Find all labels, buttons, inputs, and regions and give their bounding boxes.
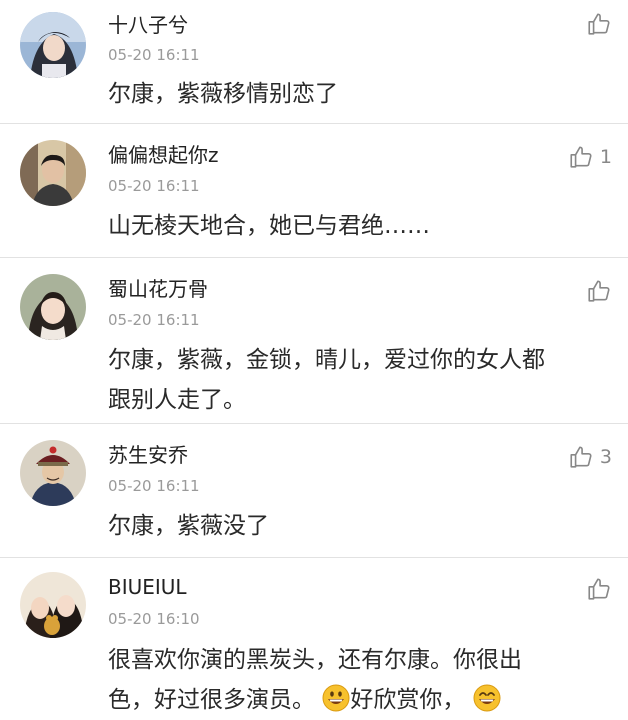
- comment-text-segment: 色，好过很多演员。: [108, 687, 315, 713]
- username[interactable]: 十八子兮: [108, 13, 188, 37]
- timestamp: 05-20 16:11: [108, 477, 200, 495]
- username[interactable]: 偏偏想起你z: [108, 143, 219, 167]
- thumbs-up-icon: [570, 146, 592, 168]
- thumbs-up-icon: [588, 280, 610, 302]
- thumbs-up-icon: [570, 446, 592, 468]
- comment-item: 十八子兮 05-20 16:11 尔康，紫薇移情别恋了: [0, 0, 628, 124]
- like-button[interactable]: 1: [568, 144, 612, 170]
- grinning-face-emoji-icon: [322, 684, 350, 712]
- avatar-official-icon: [20, 440, 86, 506]
- grinning-face-emoji-icon: [473, 684, 501, 712]
- comment-text-line-2: 色，好过很多演员。 好欣赏你，: [108, 680, 608, 720]
- user-avatar[interactable]: [20, 274, 86, 340]
- thumbs-up-icon: [588, 578, 610, 600]
- user-avatar[interactable]: [20, 12, 86, 78]
- comment-item: BIUEIUL 05-20 16:10 很喜欢你演的黑炭头，还有尔康。你很出 色…: [0, 558, 628, 714]
- username[interactable]: 苏生安乔: [108, 443, 188, 467]
- comment-text: 尔康，紫薇，金锁，晴儿，爱过你的女人都 跟别人走了。: [108, 340, 608, 420]
- user-avatar[interactable]: [20, 140, 86, 206]
- comment-item: 蜀山花万骨 05-20 16:11 尔康，紫薇，金锁，晴儿，爱过你的女人都 跟别…: [0, 258, 628, 424]
- comment-item: 偏偏想起你z 05-20 16:11 山无棱天地合，她已与君绝…… 1: [0, 124, 628, 258]
- timestamp: 05-20 16:11: [108, 311, 200, 329]
- user-avatar[interactable]: [20, 440, 86, 506]
- comment-text-line: 尔康，紫薇移情别恋了: [108, 81, 338, 107]
- comment-text: 山无棱天地合，她已与君绝……: [108, 206, 608, 246]
- avatar-two-girls-icon: [20, 572, 86, 638]
- avatar-actress-icon: [20, 274, 86, 340]
- like-count: 1: [599, 146, 612, 168]
- like-button[interactable]: 3: [568, 444, 612, 470]
- like-button[interactable]: [586, 11, 612, 37]
- timestamp: 05-20 16:10: [108, 610, 200, 628]
- comment-text: 很喜欢你演的黑炭头，还有尔康。你很出 色，好过很多演员。 好欣赏你，: [108, 640, 608, 720]
- timestamp: 05-20 16:11: [108, 46, 200, 64]
- comment-text-line: 很喜欢你演的黑炭头，还有尔康。你很出: [108, 647, 522, 673]
- username[interactable]: 蜀山花万骨: [108, 277, 208, 301]
- comment-text-line: 跟别人走了。: [108, 387, 246, 413]
- like-button[interactable]: [586, 278, 612, 304]
- comment-text-line: 山无棱天地合，她已与君绝……: [108, 213, 430, 239]
- avatar-woman-icon: [20, 12, 86, 78]
- comment-text-line: 尔康，紫薇没了: [108, 513, 269, 539]
- timestamp: 05-20 16:11: [108, 177, 200, 195]
- comment-item: 苏生安乔 05-20 16:11 尔康，紫薇没了 3: [0, 424, 628, 558]
- username[interactable]: BIUEIUL: [108, 575, 187, 599]
- comment-text-line: 尔康，紫薇，金锁，晴儿，爱过你的女人都: [108, 347, 545, 373]
- user-avatar[interactable]: [20, 572, 86, 638]
- comment-text: 尔康，紫薇没了: [108, 506, 608, 546]
- avatar-man-icon: [20, 140, 86, 206]
- comment-text-segment: 好欣赏你，: [350, 687, 466, 713]
- like-count: 3: [599, 446, 612, 468]
- comment-text: 尔康，紫薇移情别恋了: [108, 74, 608, 114]
- like-button[interactable]: [586, 576, 612, 602]
- thumbs-up-icon: [588, 13, 610, 35]
